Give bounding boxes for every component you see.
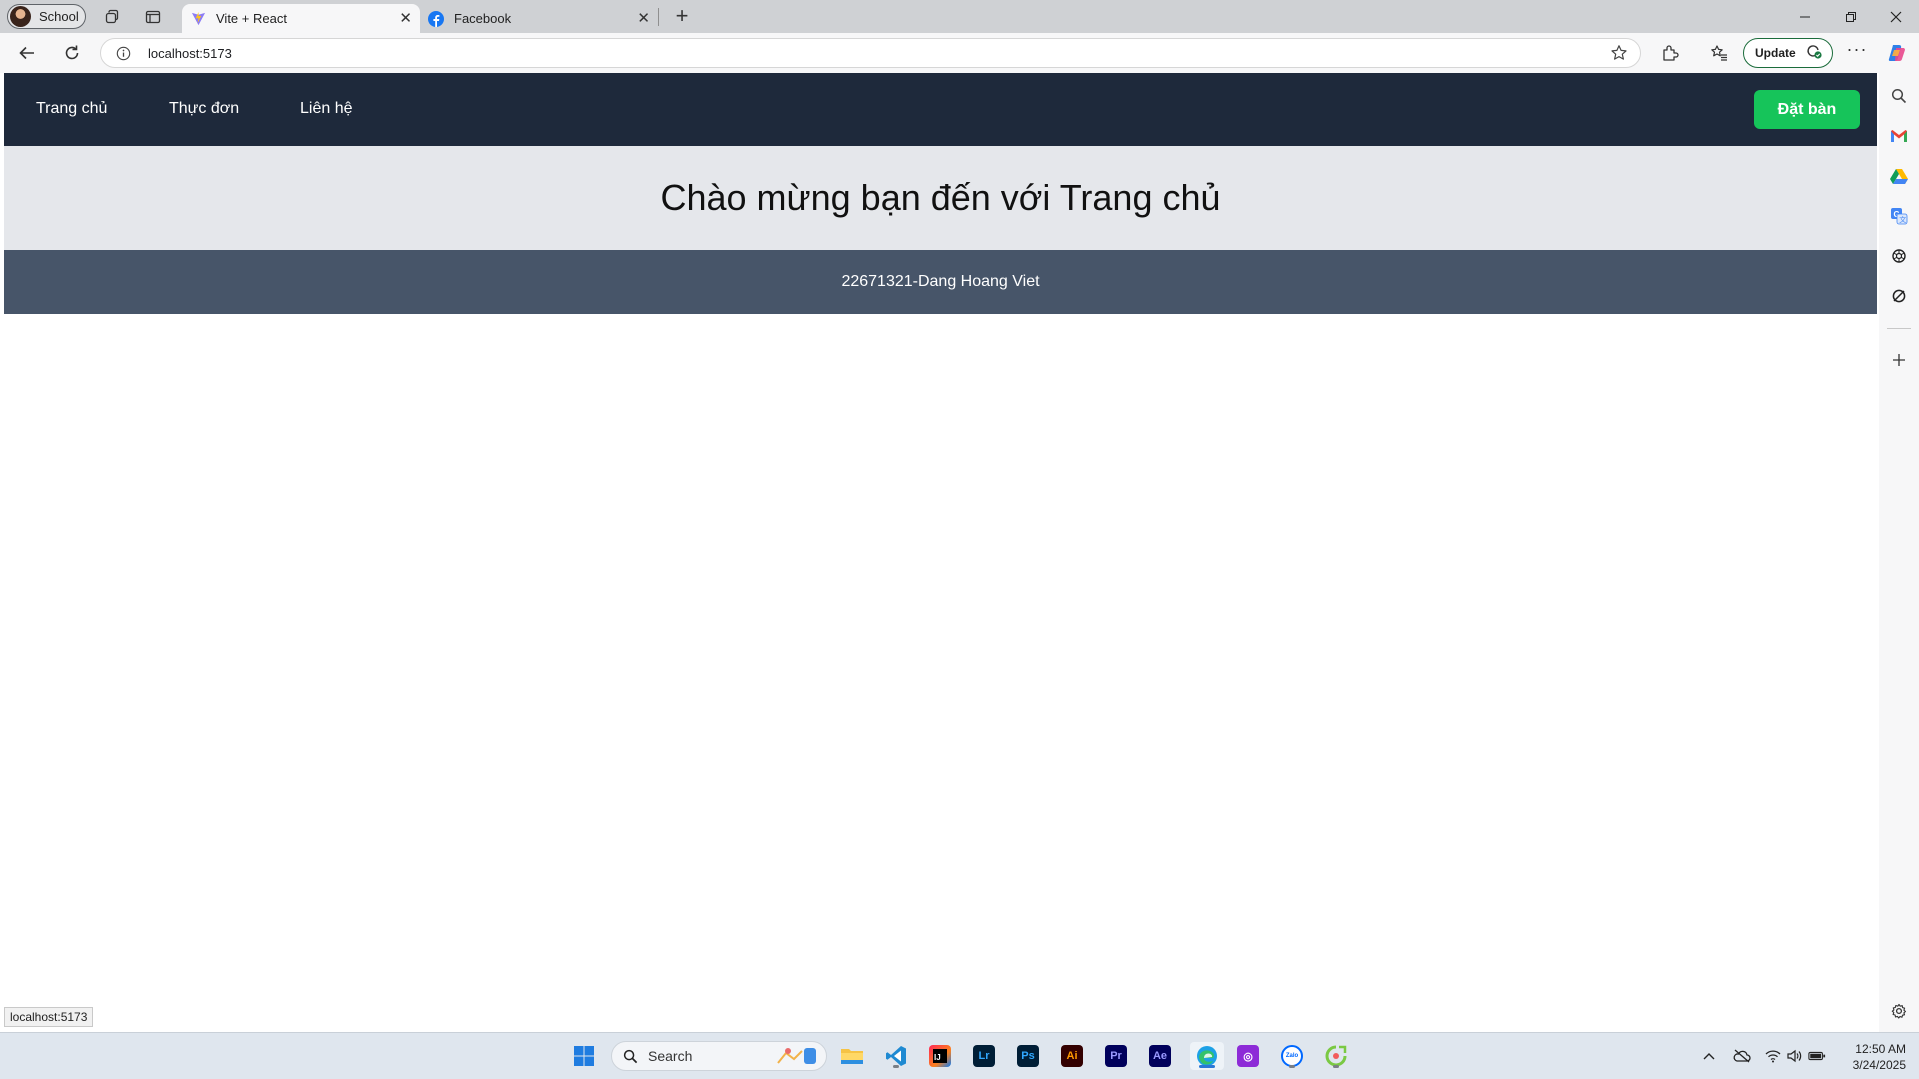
favorite-star-icon[interactable] [1610,44,1628,67]
page-viewport: Trang chủ Thực đơn Liên hệ Đặt bàn Chào … [4,73,1877,1028]
vite-icon [190,11,206,27]
clock-date: 3/24/2025 [1852,1058,1906,1072]
chevron-up-icon[interactable] [1700,1047,1718,1065]
tab-divider [658,8,659,26]
after-effects-icon[interactable]: Ae [1146,1042,1174,1070]
tab-facebook[interactable]: Facebook ✕ [420,4,658,33]
battery-icon[interactable] [1808,1047,1826,1065]
page-title: Chào mừng bạn đến với Trang chủ [660,177,1221,218]
app-green-icon[interactable] [1322,1042,1350,1070]
gmail-icon[interactable] [1888,125,1910,147]
translate-icon[interactable]: G文 [1888,205,1910,227]
file-explorer-icon[interactable] [838,1042,866,1070]
address-text: localhost:5173 [148,46,232,61]
chatgpt-icon[interactable] [1888,245,1910,267]
active-indicator [1199,1065,1215,1068]
intellij-icon[interactable]: IJ [926,1042,954,1070]
nav-link-menu[interactable]: Thực đơn [169,100,239,118]
update-button[interactable]: Update [1743,38,1833,68]
google-drive-icon[interactable] [1888,165,1910,187]
illustrator-icon[interactable]: Ai [1058,1042,1086,1070]
start-button[interactable] [570,1042,598,1070]
settings-more-icon[interactable]: ··· [1845,40,1869,64]
onedrive-icon[interactable] [1733,1047,1751,1065]
running-indicator [1289,1065,1295,1068]
facebook-icon [428,10,444,27]
favorites-icon[interactable] [1707,41,1731,65]
update-label: Update [1755,46,1796,60]
tab-actions-icon[interactable] [142,6,164,28]
site-info-icon[interactable] [116,46,131,66]
hero-section: Chào mừng bạn đến với Trang chủ [4,146,1877,250]
copilot-icon[interactable] [1886,42,1908,64]
back-button[interactable] [15,41,39,65]
site-navbar: Trang chủ Thực đơn Liên hệ Đặt bàn [4,73,1877,146]
lightroom-icon[interactable]: Lr [970,1042,998,1070]
running-indicator [893,1065,899,1068]
wifi-icon[interactable] [1764,1047,1782,1065]
vscode-icon[interactable] [882,1042,910,1070]
volume-icon[interactable] [1785,1047,1803,1065]
windows-taskbar: Search IJ Lr Ps Ai Pr Ae ◎ Zalo 12:50 AM… [0,1032,1919,1079]
book-table-button[interactable]: Đặt bàn [1754,90,1860,129]
premiere-icon[interactable]: Pr [1102,1042,1130,1070]
zalo-icon[interactable]: Zalo [1278,1042,1306,1070]
search-icon [623,1049,638,1064]
restore-button[interactable] [1836,6,1866,28]
minimize-button[interactable] [1790,6,1820,28]
photoshop-icon[interactable]: Ps [1014,1042,1042,1070]
close-window-button[interactable] [1881,6,1911,28]
footer-text: 22671321-Dang Hoang Viet [841,273,1040,290]
sidebar-divider [1887,328,1911,329]
add-sidebar-app-icon[interactable] [1888,349,1910,371]
browser-sidebar: G文 [1879,73,1919,1032]
taskbar-clock[interactable]: 12:50 AM 3/24/2025 [1836,1041,1906,1073]
running-indicator [1333,1065,1339,1068]
sync-status-icon [1805,44,1823,63]
profile-label: School [39,9,79,24]
tool-icon[interactable] [1888,285,1910,307]
tab-vite-react[interactable]: Vite + React ✕ [182,4,420,33]
edge-icon[interactable] [1190,1042,1224,1070]
sidebar-settings-icon[interactable] [1888,1000,1910,1022]
address-bar[interactable]: localhost:5173 [100,38,1641,68]
app-icon[interactable]: ◎ [1234,1042,1262,1070]
site-footer: 22671321-Dang Hoang Viet [4,250,1877,314]
link-status-tooltip: localhost:5173 [4,1007,94,1027]
search-highlight-icon [774,1045,820,1067]
nav-link-contact[interactable]: Liên hệ [300,100,353,118]
taskbar-search-box[interactable]: Search [611,1041,827,1071]
close-tab-icon[interactable]: ✕ [399,11,412,26]
search-icon[interactable] [1888,85,1910,107]
nav-link-home[interactable]: Trang chủ [36,100,107,118]
search-placeholder: Search [648,1048,693,1064]
profile-button[interactable]: School [7,4,86,29]
browser-title-bar: School Vite + React ✕ Facebook ✕ + [0,0,1919,33]
clock-time: 12:50 AM [1855,1042,1906,1056]
tab-title: Facebook [454,11,512,26]
browser-toolbar: localhost:5173 Update ··· [0,33,1919,73]
refresh-button[interactable] [60,41,84,65]
profile-avatar [10,6,31,27]
svg-text:文: 文 [1899,215,1906,224]
extensions-icon[interactable] [1658,41,1682,65]
new-tab-button[interactable]: + [670,5,694,29]
tab-title: Vite + React [216,11,287,26]
close-tab-icon[interactable]: ✕ [637,11,650,26]
workspaces-icon[interactable] [101,6,123,28]
